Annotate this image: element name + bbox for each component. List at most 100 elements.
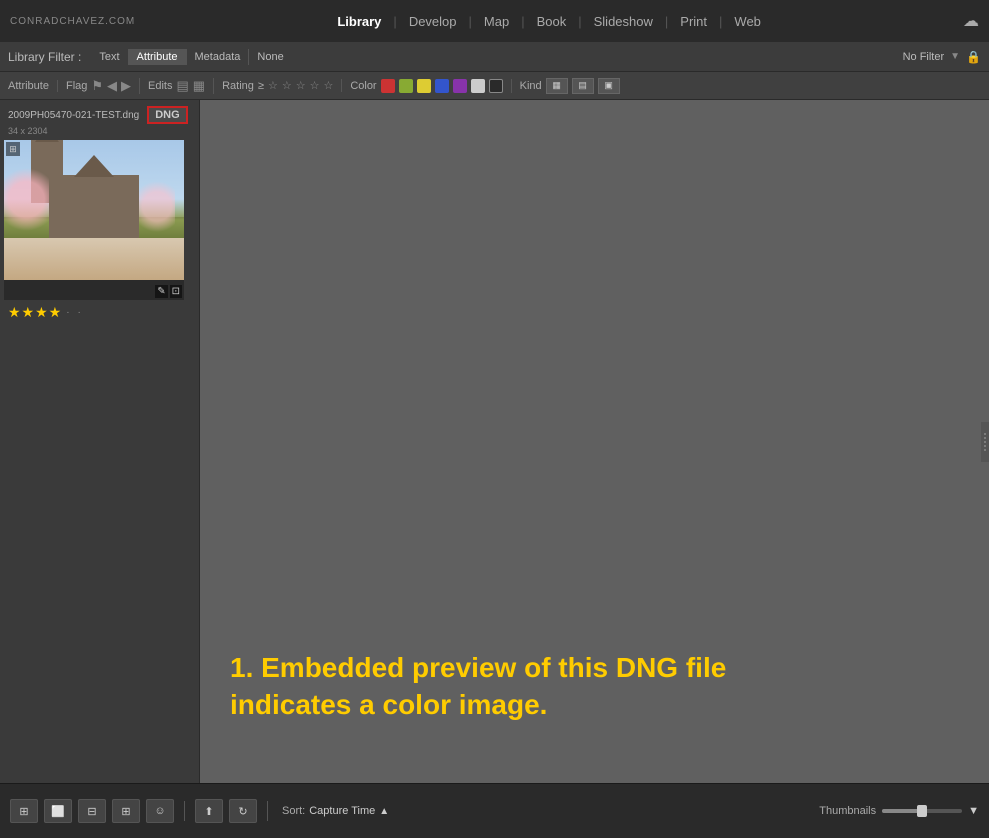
nav-library[interactable]: Library bbox=[325, 0, 393, 42]
rating-symbol: ≥ bbox=[258, 80, 264, 92]
color-dot-red[interactable] bbox=[381, 79, 395, 93]
compare-view-button[interactable]: ⊟ bbox=[78, 799, 106, 823]
crop-icon: ⊡ bbox=[170, 285, 182, 298]
slider-thumb[interactable] bbox=[917, 805, 927, 817]
filter-right: No Filter ▼ 🔒 bbox=[903, 50, 981, 64]
cloud-icon[interactable]: ☁ bbox=[963, 11, 979, 31]
people-view-button[interactable]: ☺ bbox=[146, 799, 174, 823]
thumbnail-panel: 2009PH05470-021-TEST.dng DNG 34 x 2304 ⊞… bbox=[0, 100, 200, 783]
file-dimensions: x 2304 bbox=[21, 126, 48, 136]
rating-area: ★★★★ · · bbox=[4, 300, 195, 325]
rating-section: Rating ≥ ☆ ☆ ☆ ☆ ☆ bbox=[222, 79, 342, 92]
brand-logo: CONRADCHAVEZ.COM bbox=[10, 16, 135, 27]
file-info-row: 2009PH05470-021-TEST.dng DNG bbox=[4, 104, 195, 126]
kind-label: Kind bbox=[520, 80, 542, 92]
top-navigation: CONRADCHAVEZ.COM Library | Develop | Map… bbox=[0, 0, 989, 42]
no-filter-dropdown[interactable]: No Filter bbox=[903, 51, 945, 63]
file-size-value: 34 bbox=[8, 126, 18, 136]
sort-direction-icon[interactable]: ▲ bbox=[379, 806, 389, 817]
flag-reject[interactable]: ▶ bbox=[121, 78, 131, 94]
attribute-label: Attribute bbox=[8, 80, 49, 92]
flag-section: Flag ⚑ ◀ ▶ bbox=[66, 78, 140, 94]
edits-btn2[interactable]: ▦ bbox=[193, 78, 205, 94]
file-size: 34 x 2304 bbox=[4, 126, 195, 136]
partial-star: · bbox=[66, 307, 69, 318]
star-5[interactable]: ☆ bbox=[323, 79, 333, 92]
import-button[interactable]: ⬆ bbox=[195, 799, 223, 823]
ground-layer bbox=[4, 238, 184, 280]
annotation-text: 1. Embedded preview of this DNG file ind… bbox=[230, 650, 726, 723]
kind-btn-1[interactable]: ▦ bbox=[546, 78, 568, 94]
flag-any[interactable]: ◀ bbox=[107, 78, 117, 94]
nav-book[interactable]: Book bbox=[525, 0, 579, 42]
thumbnails-section: Thumbnails ▼ bbox=[819, 805, 979, 817]
loupe-view-button[interactable]: ⬜ bbox=[44, 799, 72, 823]
thumbnail-image-container[interactable]: ⊞ ✎ ⊡ bbox=[4, 140, 184, 300]
color-dot-black[interactable] bbox=[489, 79, 503, 93]
slider-fill bbox=[882, 809, 922, 813]
file-name-label: 2009PH05470-021-TEST.dng bbox=[4, 108, 143, 123]
separator-2 bbox=[267, 801, 268, 821]
star-rating[interactable]: ★★★★ bbox=[8, 304, 62, 321]
thumbnails-label: Thumbnails bbox=[819, 805, 876, 817]
star-4[interactable]: ☆ bbox=[310, 79, 320, 92]
filter-tab-attribute[interactable]: Attribute bbox=[129, 49, 187, 65]
thumbnail-options-dropdown[interactable]: ▼ bbox=[968, 805, 979, 817]
color-label-indicator: · bbox=[78, 307, 81, 318]
nav-print[interactable]: Print bbox=[668, 0, 719, 42]
rating-label: Rating bbox=[222, 80, 254, 92]
photo-thumbnail bbox=[4, 140, 184, 280]
nav-web[interactable]: Web bbox=[722, 0, 773, 42]
filter-tab-none[interactable]: None bbox=[249, 49, 291, 65]
color-section: Color bbox=[350, 79, 511, 93]
survey-view-button[interactable]: ⊞ bbox=[112, 799, 140, 823]
star-2[interactable]: ☆ bbox=[282, 79, 292, 92]
color-dot-yellow[interactable] bbox=[417, 79, 431, 93]
color-dot-purple[interactable] bbox=[453, 79, 467, 93]
attribute-bar: Attribute Flag ⚑ ◀ ▶ Edits ▤ ▦ Rating ≥ … bbox=[0, 72, 989, 100]
filter-tab-metadata[interactable]: Metadata bbox=[187, 49, 250, 65]
kind-btn-3[interactable]: ▣ bbox=[598, 78, 620, 94]
handle-dot-3 bbox=[984, 441, 986, 443]
lock-icon[interactable]: 🔒 bbox=[966, 50, 981, 64]
nav-slideshow[interactable]: Slideshow bbox=[582, 0, 665, 42]
thumbnail-grid-icon: ⊞ bbox=[6, 142, 20, 156]
star-1[interactable]: ☆ bbox=[268, 79, 278, 92]
sort-value[interactable]: Capture Time bbox=[309, 805, 375, 817]
star-3[interactable]: ☆ bbox=[296, 79, 306, 92]
kind-btn-2[interactable]: ▤ bbox=[572, 78, 594, 94]
bottom-toolbar: ⊞ ⬜ ⊟ ⊞ ☺ ⬆ ↻ Sort: Capture Time ▲ Thumb… bbox=[0, 783, 989, 838]
kind-section: Kind ▦ ▤ ▣ bbox=[520, 78, 628, 94]
thumbnail-size-slider[interactable] bbox=[882, 809, 962, 813]
slider-track[interactable] bbox=[882, 809, 962, 813]
handle-dot-1 bbox=[984, 433, 986, 435]
resize-handle[interactable] bbox=[981, 422, 989, 462]
dng-badge[interactable]: DNG bbox=[147, 106, 187, 124]
edits-section: Edits ▤ ▦ bbox=[148, 78, 214, 94]
color-dot-blue[interactable] bbox=[435, 79, 449, 93]
main-content: 2009PH05470-021-TEST.dng DNG 34 x 2304 ⊞… bbox=[0, 100, 989, 783]
filter-bar: Library Filter : Text Attribute Metadata… bbox=[0, 42, 989, 72]
handle-dot-2 bbox=[984, 437, 986, 439]
color-dot-green[interactable] bbox=[399, 79, 413, 93]
flag-label: Flag bbox=[66, 80, 87, 92]
flag-pick[interactable]: ⚑ bbox=[91, 78, 103, 94]
handle-dot-4 bbox=[984, 445, 986, 447]
edits-btn1[interactable]: ▤ bbox=[177, 78, 189, 94]
library-filter-label: Library Filter : bbox=[8, 50, 81, 64]
separator-1 bbox=[184, 801, 185, 821]
color-dot-gray[interactable] bbox=[471, 79, 485, 93]
export-button[interactable]: ↻ bbox=[229, 799, 257, 823]
nav-map[interactable]: Map bbox=[472, 0, 521, 42]
no-filter-arrow[interactable]: ▼ bbox=[950, 51, 960, 62]
sort-section: Sort: Capture Time ▲ bbox=[282, 805, 389, 817]
blossom-right bbox=[139, 175, 175, 238]
canvas-area: 1. Embedded preview of this DNG file ind… bbox=[200, 100, 989, 783]
filter-tab-text[interactable]: Text bbox=[91, 49, 128, 65]
grid-view-button[interactable]: ⊞ bbox=[10, 799, 38, 823]
blossom-left bbox=[4, 161, 49, 238]
edits-label: Edits bbox=[148, 80, 172, 92]
nav-links: Library | Develop | Map | Book | Slidesh… bbox=[325, 0, 773, 42]
annotation-line2: indicates a color image. bbox=[230, 687, 726, 723]
nav-develop[interactable]: Develop bbox=[397, 0, 469, 42]
